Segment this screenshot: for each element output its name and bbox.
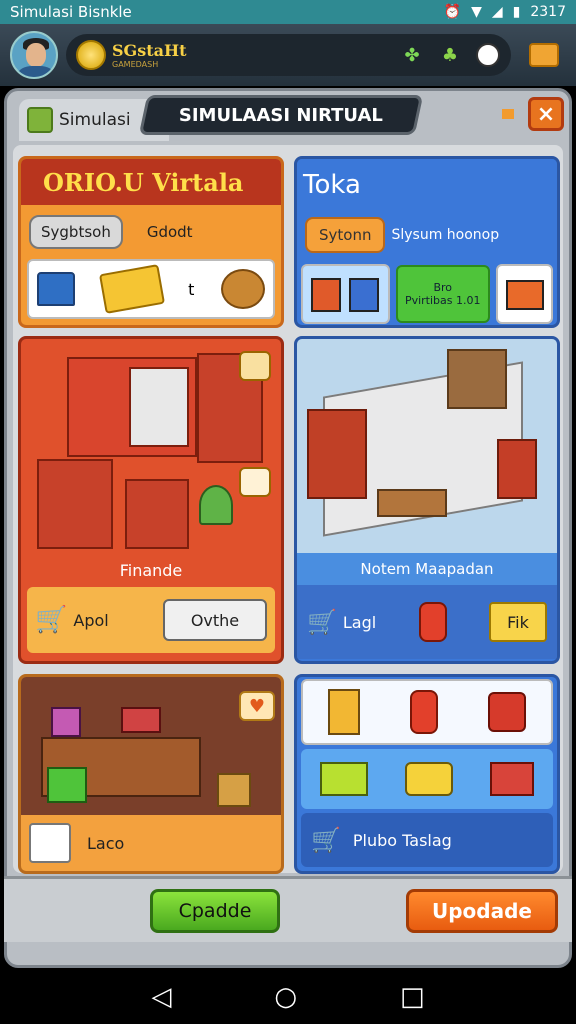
shop-label: Plubo Taslag [352, 830, 452, 850]
shop-footer[interactable]: 🛒 Plubo Taslag [301, 813, 553, 867]
items-label: Laco [87, 833, 125, 853]
panel-title-text: SIMULAASI NIRTUAL [178, 104, 383, 126]
virtual-items-slot[interactable]: t [27, 259, 275, 319]
shop-row-2[interactable] [301, 749, 553, 809]
store-right-label: Fik [507, 612, 529, 632]
cookie-icon [220, 269, 265, 309]
coin-icon [76, 40, 106, 70]
system-navbar: ◁ ○ □ [0, 970, 576, 1024]
card-virtual-title: ORIO.U Virtala [21, 159, 281, 205]
minimize-icon[interactable] [502, 109, 514, 119]
tab-label: Simulasi [59, 110, 131, 130]
toka-green-line2: Pvirtibas 1.01 [404, 294, 481, 307]
app-header: SGstaHt GAMEDASH ✤ ♣ [0, 24, 576, 86]
store-left-label: Lagl [342, 612, 377, 632]
heart-badge-icon[interactable]: ♥ [239, 691, 275, 721]
close-button[interactable]: × [528, 97, 564, 131]
shop-cart-icon: 🛒 [311, 826, 341, 854]
store-right-button[interactable]: Fik [489, 602, 547, 642]
update-button-label: Upodade [432, 898, 532, 923]
card-toka-title: Toka [297, 159, 557, 211]
virtual-slot-text: t [188, 279, 195, 299]
items-box-icon [29, 823, 71, 863]
toka-slot-3[interactable] [495, 264, 553, 324]
toka-green-badge[interactable]: Bro Pvirtibas 1.01 [395, 265, 490, 323]
card-finande[interactable]: Finande 🛒 Apol Ovthe [18, 336, 284, 664]
shop-item-3[interactable] [488, 692, 526, 732]
card-shop[interactable]: 🛒 Plubo Taslag [294, 674, 560, 874]
player-name: SGstaHt [112, 41, 187, 60]
store-caption: Notem Maapadan [297, 553, 557, 585]
toka-pill-button[interactable]: Sytonn [305, 217, 386, 253]
store-cart-icon: 🛒 [307, 608, 337, 636]
shop-row-1[interactable] [301, 679, 553, 745]
shop-item-5[interactable] [404, 762, 453, 796]
badge-icon-1[interactable] [239, 351, 271, 381]
player-subtitle: GAMEDASH [112, 60, 159, 69]
store-scene [297, 339, 557, 553]
finande-action-label: Ovthe [190, 610, 240, 630]
shop-item-6[interactable] [490, 762, 535, 796]
battery-icon: ▮ [512, 4, 521, 20]
home-icon[interactable]: ○ [274, 982, 297, 1012]
avatar[interactable] [10, 31, 58, 79]
status-title: Simulasi Bisnkle [10, 3, 132, 21]
finande-cart-label: Apol [73, 610, 109, 630]
recents-icon[interactable]: □ [400, 982, 425, 1012]
house-icon [37, 272, 75, 306]
card-virtual[interactable]: ORIO.U Virtala Sygbtsoh Gdodt t [18, 156, 284, 328]
settings-ball-icon[interactable] [475, 42, 501, 68]
finande-scene [21, 339, 281, 579]
alarm-icon: ⏰ [443, 4, 462, 20]
update-button[interactable]: Upodade [406, 888, 558, 933]
player-info[interactable]: SGstaHt GAMEDASH ✤ ♣ [66, 34, 511, 76]
toka-side-label: Slysum hoonop [391, 227, 500, 243]
plant-icon[interactable]: ♣ [437, 42, 463, 68]
inventory-box-icon[interactable] [529, 43, 559, 67]
green-action-button[interactable]: Cpadde [150, 888, 280, 933]
shop-item-1[interactable] [328, 689, 360, 735]
status-bar: Simulasi Bisnkle ⏰ ▼ ◢ ▮ 2317 [0, 0, 576, 24]
virtual-side-label: Gdodt [146, 223, 193, 241]
cart-icon: 🛒 [35, 605, 68, 635]
panel-title: SIMULAASI NIRTUAL [138, 95, 424, 135]
card-items[interactable]: ♥ Laco [18, 674, 284, 874]
toka-slot-1[interactable] [301, 264, 390, 324]
card-store[interactable]: Notem Maapadan 🛒 Lagl Fik [294, 336, 560, 664]
ticket-icon [98, 264, 165, 314]
bottom-action-bar: Cpadde Upodade [4, 876, 572, 942]
signal-icon: ◢ [491, 4, 503, 20]
clock-text: 2317 [530, 4, 566, 20]
jar-icon[interactable] [418, 602, 447, 642]
badge-icon-2[interactable] [239, 467, 271, 497]
clover-icon[interactable]: ✤ [399, 42, 425, 68]
card-toka[interactable]: Toka Sytonn Slysum hoonop Bro Pvirtibas … [294, 156, 560, 328]
items-scene: ♥ [21, 677, 281, 815]
shop-item-4[interactable] [319, 762, 368, 796]
wifi-icon: ▼ [471, 4, 482, 20]
back-icon[interactable]: ◁ [151, 982, 171, 1012]
shop-item-2[interactable] [410, 690, 438, 734]
chest-icon [27, 107, 53, 133]
green-action-label: Cpadde [178, 899, 252, 922]
toka-green-line1: Bro [433, 281, 452, 294]
finande-action-button[interactable]: Ovthe [163, 599, 267, 641]
virtual-pill-button[interactable]: Sygbtsoh [29, 215, 123, 249]
